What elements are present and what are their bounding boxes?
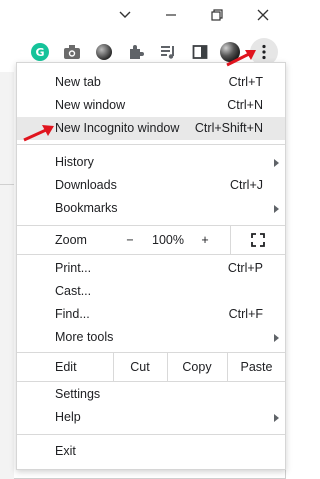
minimize-button[interactable]: [148, 0, 194, 30]
menu-item-exit[interactable]: Exit: [17, 440, 285, 463]
cut-button[interactable]: Cut: [114, 353, 166, 381]
submenu-arrow-icon: [274, 205, 279, 213]
menu-separator: [17, 144, 285, 145]
annotation-arrow-icon: [23, 125, 54, 142]
fullscreen-button[interactable]: [231, 226, 285, 254]
fullscreen-icon: [251, 233, 265, 247]
menu-item-new-window[interactable]: New window Ctrl+N: [17, 94, 285, 117]
side-panel-icon: [192, 45, 208, 59]
extensions-puzzle-icon: [130, 45, 144, 59]
close-button[interactable]: [240, 0, 286, 30]
menu-item-shortcut: Ctrl+N: [227, 98, 263, 112]
restore-button[interactable]: [194, 0, 240, 30]
chevron-down-icon: [119, 11, 131, 18]
menu-item-shortcut: Ctrl+P: [227, 261, 263, 275]
menu-item-label: Bookmarks: [55, 201, 118, 215]
paste-button[interactable]: Paste: [228, 353, 285, 381]
submenu-arrow-icon: [274, 334, 279, 342]
menu-item-label: Print...: [55, 261, 92, 275]
zoom-label: Zoom: [55, 233, 87, 247]
menu-item-cast[interactable]: Cast...: [17, 280, 285, 303]
menu-separator: [17, 254, 285, 255]
edit-label: Edit: [55, 360, 77, 374]
edit-row: Edit Cut Copy Paste: [17, 353, 285, 381]
dark-circle-icon: [96, 44, 112, 60]
menu-item-label: New Incognito window: [55, 121, 180, 135]
menu-separator: [17, 434, 285, 435]
menu-item-shortcut: Ctrl+T: [228, 75, 263, 89]
zoom-level: 100%: [152, 233, 184, 247]
menu-item-new-tab[interactable]: New tab Ctrl+T: [17, 71, 285, 94]
menu-item-shortcut: Ctrl+J: [230, 178, 263, 192]
menu-item-new-incognito-window[interactable]: New Incognito window Ctrl+Shift+N: [17, 117, 285, 140]
menu-item-label: Exit: [55, 444, 76, 458]
zoom-out-button[interactable]: −: [117, 226, 143, 254]
camera-icon: [64, 45, 80, 59]
tab-search-button[interactable]: [102, 0, 148, 30]
menu-item-label: New window: [55, 98, 126, 112]
submenu-arrow-icon: [274, 159, 279, 167]
menu-item-find[interactable]: Find... Ctrl+F: [17, 303, 285, 326]
menu-item-settings[interactable]: Settings: [17, 383, 285, 406]
zoom-row: Zoom − 100% +: [17, 226, 285, 254]
annotation-arrow-icon: [226, 50, 256, 67]
page-background: [0, 72, 14, 479]
close-icon: [257, 9, 269, 21]
chrome-main-menu: New tab Ctrl+T New window Ctrl+N New Inc…: [16, 62, 286, 470]
menu-item-label: New tab: [55, 75, 101, 89]
menu-item-bookmarks[interactable]: Bookmarks: [17, 197, 285, 220]
menu-item-label: Downloads: [55, 178, 117, 192]
restore-icon: [211, 9, 223, 21]
menu-item-label: Settings: [55, 387, 101, 401]
menu-item-label: Cast...: [55, 284, 92, 298]
minimize-icon: [166, 14, 176, 16]
submenu-arrow-icon: [274, 414, 279, 422]
menu-item-print[interactable]: Print... Ctrl+P: [17, 257, 285, 280]
more-menu-icon: [262, 44, 266, 60]
menu-item-label: More tools: [55, 330, 114, 344]
menu-item-label: Find...: [55, 307, 90, 321]
svg-text:G: G: [35, 46, 44, 59]
title-bar: [0, 0, 286, 30]
menu-item-shortcut: Ctrl+F: [228, 307, 263, 321]
menu-item-shortcut: Ctrl+Shift+N: [194, 121, 263, 135]
menu-item-help[interactable]: Help: [17, 406, 285, 429]
menu-item-label: History: [55, 155, 94, 169]
menu-item-downloads[interactable]: Downloads Ctrl+J: [17, 174, 285, 197]
menu-item-more-tools[interactable]: More tools: [17, 326, 285, 349]
grammarly-icon: G: [31, 43, 49, 61]
media-controls-icon: [161, 46, 174, 59]
menu-item-history[interactable]: History: [17, 151, 285, 174]
copy-button[interactable]: Copy: [168, 353, 226, 381]
zoom-in-button[interactable]: +: [192, 226, 218, 254]
menu-item-label: Help: [55, 410, 81, 424]
menu-separator: [17, 381, 285, 382]
